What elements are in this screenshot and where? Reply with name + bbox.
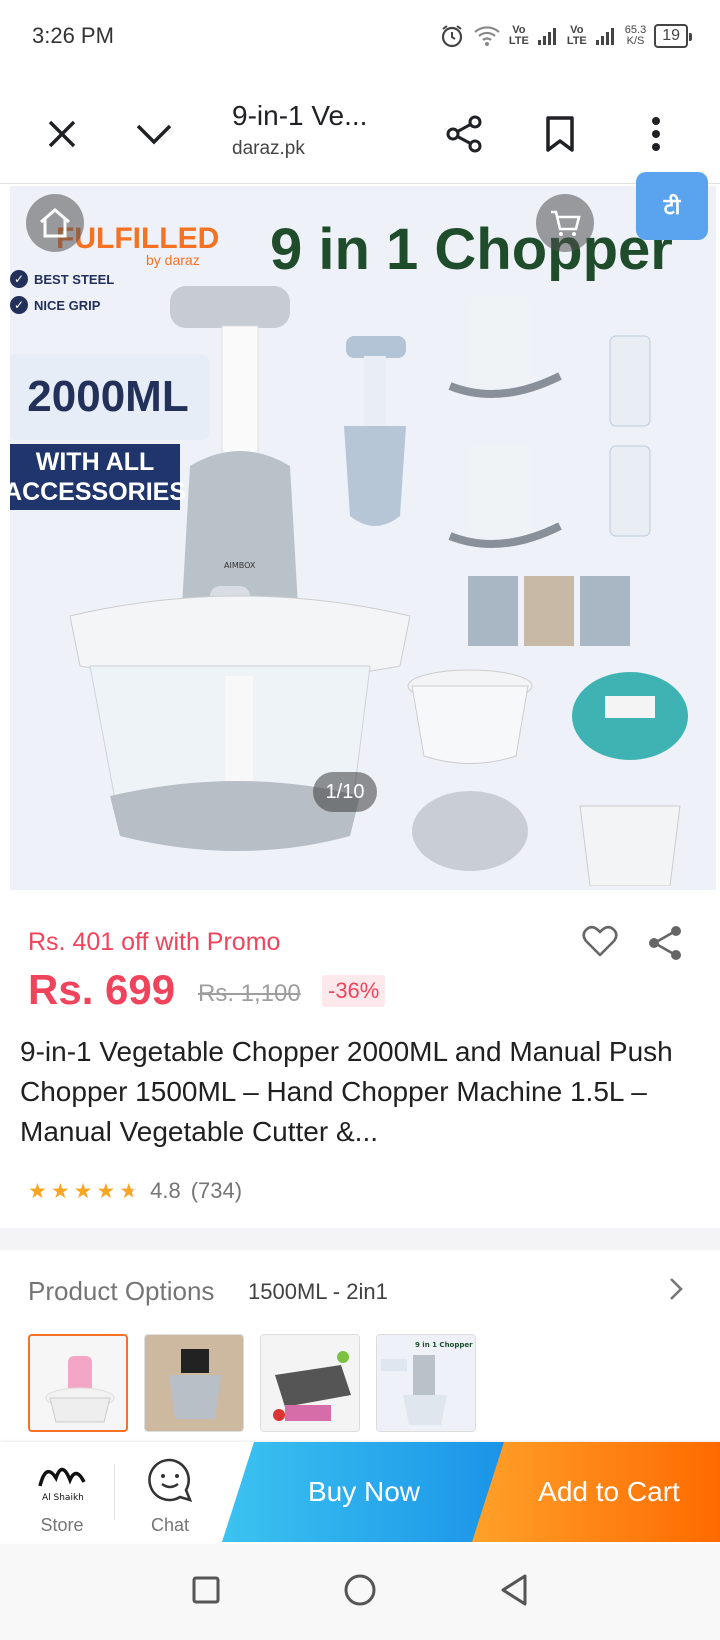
store-logo-text: Al Shaikh (42, 1493, 84, 1503)
star-icon: ★ (96, 1179, 116, 1203)
option-thumb-2[interactable] (144, 1334, 244, 1432)
more-vertical-icon (652, 117, 660, 151)
alarm-icon (439, 23, 465, 49)
discount-badge: -36% (322, 975, 386, 1007)
browser-toolbar: 9-in-1 Ve... daraz.pk (0, 84, 720, 184)
action-divider (114, 1464, 115, 1520)
page-domain: daraz.pk (232, 138, 305, 159)
chevron-down-icon (136, 124, 172, 145)
option-thumb-4[interactable]: 9 in 1 Chopper (376, 1334, 476, 1432)
bottom-action-bar: Al Shaikh Store Chat Buy Now Add to Cart (0, 1442, 720, 1542)
chevron-right-icon[interactable] (668, 1276, 684, 1309)
back-button[interactable] (499, 1573, 529, 1612)
status-icons: Vo LTE Vo LTE 65.3 K/S 19 (439, 23, 692, 49)
original-price: Rs. 1,100 (198, 980, 301, 1007)
share-icon (446, 115, 482, 153)
signal-2-icon (595, 26, 617, 46)
selected-option[interactable]: 1500ML - 2in1 (248, 1279, 388, 1305)
option-thumb-3[interactable] (260, 1334, 360, 1432)
product-title[interactable]: 9-in-1 Vegetable Chopper 2000ML and Manu… (20, 1032, 710, 1152)
image-counter: 1/10 (313, 772, 377, 812)
rating-row[interactable]: ★ ★ ★ ★ ★ 4.8 (734) (28, 1178, 242, 1204)
product-options-label: Product Options (28, 1276, 215, 1306)
accessories-illustration (344, 296, 688, 886)
battery-indicator: 19 (654, 24, 692, 48)
add-to-cart-button[interactable]: Add to Cart (472, 1442, 720, 1542)
volte-1-indicator: Vo LTE (508, 24, 529, 47)
star-icon: ★ (50, 1179, 70, 1203)
brand-label: AIMBOX (224, 561, 256, 570)
wishlist-button[interactable] (582, 924, 618, 963)
page-title-block[interactable]: 9-in-1 Ve... daraz.pk (232, 100, 367, 160)
close-tab-button[interactable] (30, 102, 94, 166)
cart-icon (551, 210, 581, 236)
system-nav-bar (0, 1544, 720, 1640)
square-icon (192, 1576, 220, 1603)
star-icon: ★ (28, 1179, 47, 1203)
home-button[interactable] (26, 194, 84, 252)
network-speed: 65.3 K/S (624, 24, 647, 47)
rating-count: (734) (190, 1178, 243, 1203)
share-icon (649, 926, 681, 960)
section-divider (0, 1228, 720, 1250)
share-page-button[interactable] (432, 102, 496, 166)
store-button[interactable]: Al Shaikh Store (20, 1456, 104, 1536)
rating-value: 4.8 (150, 1178, 181, 1203)
wifi-icon (473, 25, 501, 47)
volte-2-indicator: Vo LTE (566, 24, 587, 47)
chat-button[interactable]: Chat (128, 1456, 212, 1536)
share-product-button[interactable] (646, 924, 684, 967)
status-bar: 3:26 PM Vo LTE Vo LTE 65.3 K/S 19 (0, 0, 720, 72)
store-logo: Al Shaikh (38, 1467, 86, 1503)
promo-text: Rs. 401 off with Promo (28, 928, 281, 956)
more-options-button[interactable] (624, 102, 688, 166)
thumb-caption: 9 in 1 Chopper (415, 1341, 473, 1349)
circle-icon (344, 1574, 376, 1605)
product-image-carousel[interactable]: FULFILLED by daraz 9 in 1 Chopper ✓ BEST … (10, 186, 716, 890)
price: Rs. 699 (28, 966, 176, 1013)
star-icon: ★ (73, 1179, 93, 1203)
home-nav-button[interactable] (343, 1573, 377, 1612)
check-icon: ✓ (10, 296, 28, 314)
heart-icon (582, 925, 618, 957)
hero-headline: 9 in 1 Chopper (270, 217, 673, 282)
home-icon (40, 208, 70, 238)
store-label: Store (40, 1515, 84, 1535)
bookmark-button[interactable] (528, 102, 592, 166)
check-icon: ✓ (10, 270, 28, 288)
translate-button[interactable]: टी (636, 172, 708, 240)
close-icon (48, 120, 76, 148)
cart-button[interactable] (536, 194, 594, 252)
back-triangle-icon (501, 1574, 527, 1605)
chat-label: Chat (150, 1515, 190, 1535)
page-title: 9-in-1 Ve... (232, 100, 368, 131)
minimize-button[interactable] (122, 102, 186, 166)
half-star-icon: ★ (119, 1179, 139, 1203)
chat-icon (148, 1458, 193, 1503)
status-time: 3:26 PM (32, 23, 114, 48)
signal-1-icon (537, 26, 559, 46)
option-thumb-1[interactable] (28, 1334, 128, 1432)
bookmark-icon (546, 116, 574, 152)
option-thumbnails: 9 in 1 Chopper (28, 1334, 476, 1432)
buy-now-button[interactable]: Buy Now (222, 1442, 506, 1542)
product-image: FULFILLED by daraz 9 in 1 Chopper ✓ BEST … (10, 186, 716, 890)
recents-button[interactable] (191, 1575, 221, 1610)
